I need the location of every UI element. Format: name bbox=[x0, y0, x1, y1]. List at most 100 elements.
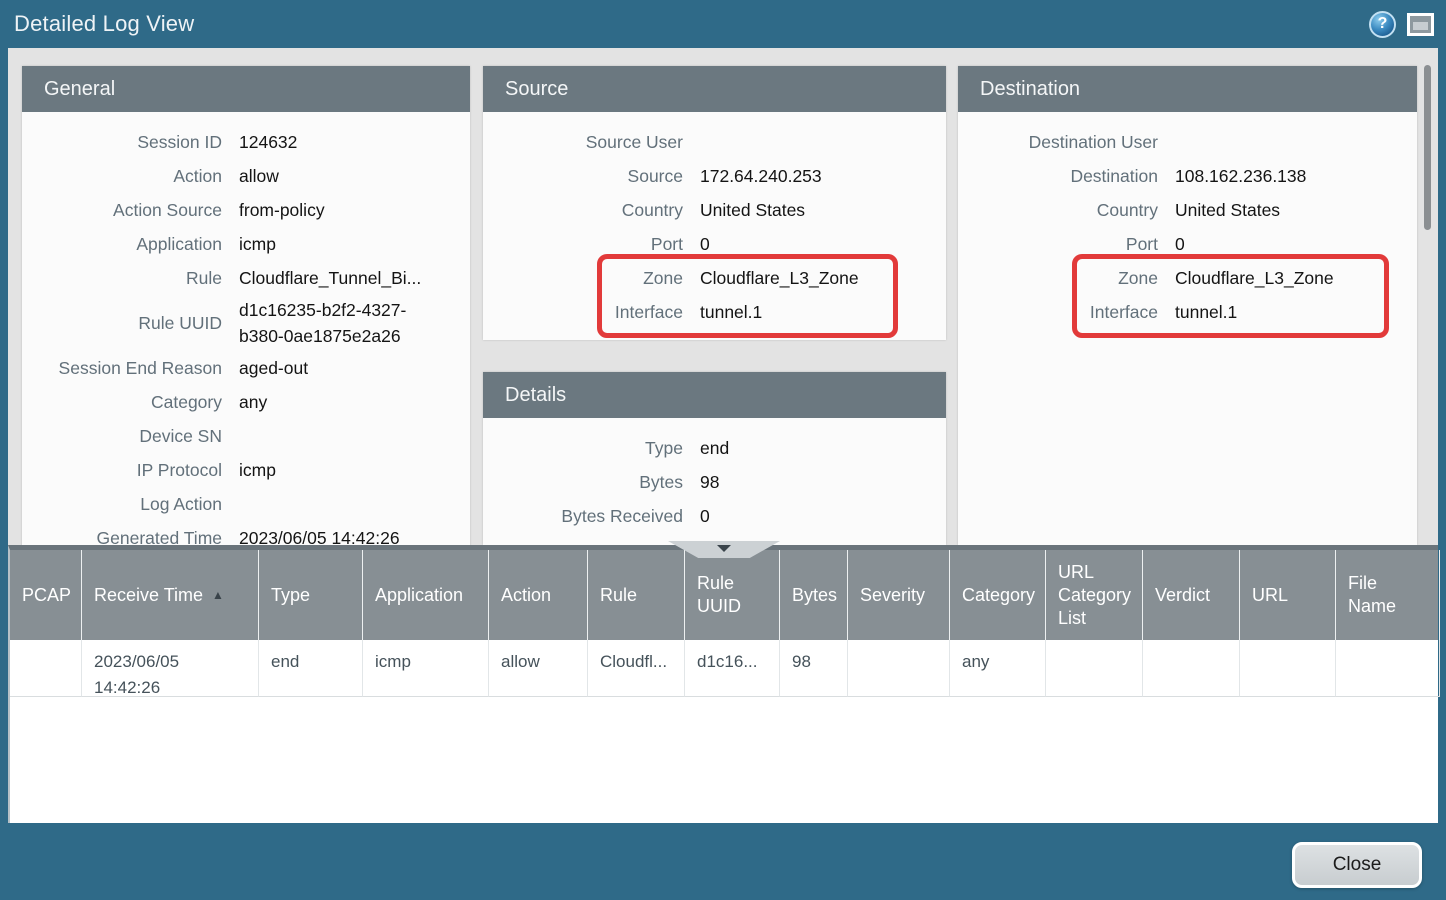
field-row-log-action: Log Action bbox=[22, 487, 470, 521]
field-value: United States bbox=[700, 193, 946, 227]
field-label: Destination bbox=[958, 159, 1158, 193]
field-label: Category bbox=[22, 385, 222, 419]
field-row-source-user: Source User bbox=[483, 125, 946, 159]
field-value: 108.162.236.138 bbox=[1175, 159, 1417, 193]
field-row-interface: Interface tunnel.1 bbox=[483, 295, 946, 329]
log-table-region: PCAP Receive Time ▲ Type Application Act… bbox=[8, 545, 1438, 823]
column-header-category[interactable]: Category bbox=[950, 550, 1046, 640]
field-row-application: Application icmp bbox=[22, 227, 470, 261]
field-row-action: Action allow bbox=[22, 159, 470, 193]
field-label: Session End Reason bbox=[22, 351, 222, 385]
cell-receive-time: 2023/06/05 14:42:26 bbox=[82, 640, 259, 697]
destination-panel: Destination Destination User Destination… bbox=[958, 66, 1417, 545]
field-label: Device SN bbox=[22, 419, 222, 453]
column-header-verdict[interactable]: Verdict bbox=[1143, 550, 1240, 640]
field-value: d1c16235-b2f2-4327-b380-0ae1875e2a26 bbox=[239, 297, 444, 349]
field-row-generated-time: Generated Time 2023/06/05 14:42:26 bbox=[22, 521, 470, 545]
column-header-file-name[interactable]: File Name bbox=[1336, 550, 1440, 640]
field-row-country: Country United States bbox=[483, 193, 946, 227]
field-label: Log Action bbox=[22, 487, 222, 521]
column-header-receive-time[interactable]: Receive Time ▲ bbox=[82, 550, 259, 640]
details-panel-header: Details bbox=[483, 372, 946, 418]
field-label: Rule bbox=[22, 261, 222, 295]
close-button[interactable]: Close bbox=[1292, 842, 1422, 888]
field-row-zone: Zone Cloudflare_L3_Zone bbox=[483, 261, 946, 295]
field-label: Generated Time bbox=[22, 521, 222, 545]
field-label: Country bbox=[483, 193, 683, 227]
field-label: Action Source bbox=[22, 193, 222, 227]
destination-panel-body: Destination User Destination 108.162.236… bbox=[958, 112, 1417, 545]
help-icon[interactable]: ? bbox=[1369, 11, 1396, 38]
field-row-device-sn: Device SN bbox=[22, 419, 470, 453]
field-value: icmp bbox=[239, 453, 470, 487]
field-row-bytes: Bytes 98 bbox=[483, 465, 946, 499]
field-value: 2023/06/05 14:42:26 bbox=[239, 521, 470, 545]
general-panel-body: Session ID 124632 Action allow Action So… bbox=[22, 112, 470, 545]
field-label: Source User bbox=[483, 125, 683, 159]
field-label: Session ID bbox=[22, 125, 222, 159]
field-value bbox=[239, 487, 470, 521]
field-value: 172.64.240.253 bbox=[700, 159, 946, 193]
field-row-destination-user: Destination User bbox=[958, 125, 1417, 159]
source-panel-header: Source bbox=[483, 66, 946, 112]
details-panel: Details Type end Bytes 98 Bytes Received… bbox=[483, 372, 946, 545]
field-label: Bytes bbox=[483, 465, 683, 499]
field-row-source: Source 172.64.240.253 bbox=[483, 159, 946, 193]
field-row-rule-uuid: Rule UUID d1c16235-b2f2-4327-b380-0ae187… bbox=[22, 295, 470, 351]
field-value: 98 bbox=[700, 465, 946, 499]
field-label: Source bbox=[483, 159, 683, 193]
column-header-pcap[interactable]: PCAP bbox=[10, 550, 82, 640]
column-source-details: Source Source User Source 172.64.240.253… bbox=[483, 66, 946, 545]
window-restore-icon[interactable] bbox=[1407, 13, 1434, 36]
log-table-header: PCAP Receive Time ▲ Type Application Act… bbox=[10, 550, 1438, 640]
field-value bbox=[1175, 125, 1417, 159]
column-header-bytes[interactable]: Bytes bbox=[780, 550, 848, 640]
field-value: Cloudflare_Tunnel_Bi... bbox=[239, 261, 470, 295]
field-label: Bytes Received bbox=[483, 499, 683, 533]
vertical-scrollbar-thumb[interactable] bbox=[1424, 65, 1431, 230]
field-row-rule: Rule Cloudflare_Tunnel_Bi... bbox=[22, 261, 470, 295]
cell-category: any bbox=[950, 640, 1046, 697]
field-label: Rule UUID bbox=[22, 310, 222, 336]
details-panel-body: Type end Bytes 98 Bytes Received 0 bbox=[483, 418, 946, 545]
cell-verdict bbox=[1143, 640, 1240, 697]
column-header-url-category-list[interactable]: URL Category List bbox=[1046, 550, 1143, 640]
panels-region: General Session ID 124632 Action allow A… bbox=[8, 48, 1438, 545]
field-label: Zone bbox=[958, 261, 1158, 295]
column-header-action[interactable]: Action bbox=[489, 550, 588, 640]
column-header-application[interactable]: Application bbox=[363, 550, 489, 640]
column-header-url[interactable]: URL bbox=[1240, 550, 1336, 640]
field-label: Port bbox=[483, 227, 683, 261]
field-label: Action bbox=[22, 159, 222, 193]
field-label: Interface bbox=[483, 295, 683, 329]
field-row-port: Port 0 bbox=[958, 227, 1417, 261]
column-header-severity[interactable]: Severity bbox=[848, 550, 950, 640]
field-value: tunnel.1 bbox=[1175, 295, 1417, 329]
field-value: 0 bbox=[700, 227, 946, 261]
field-value bbox=[700, 125, 946, 159]
field-row-type: Type end bbox=[483, 431, 946, 465]
field-row-port: Port 0 bbox=[483, 227, 946, 261]
field-label: Zone bbox=[483, 261, 683, 295]
table-row[interactable]: 2023/06/05 14:42:26 end icmp allow Cloud… bbox=[10, 640, 1438, 697]
column-destination: Destination Destination User Destination… bbox=[958, 66, 1417, 545]
field-row-bytes-received: Bytes Received 0 bbox=[483, 499, 946, 533]
field-value: Cloudflare_L3_Zone bbox=[1175, 261, 1417, 295]
destination-panel-header: Destination bbox=[958, 66, 1417, 112]
field-label: Application bbox=[22, 227, 222, 261]
cell-pcap bbox=[10, 640, 82, 697]
column-header-rule-uuid[interactable]: Rule UUID bbox=[685, 550, 780, 640]
field-value: icmp bbox=[239, 227, 470, 261]
field-row-ip-protocol: IP Protocol icmp bbox=[22, 453, 470, 487]
detailed-log-view-dialog: { "window": { "title": "Detailed Log Vie… bbox=[0, 0, 1446, 900]
column-header-type[interactable]: Type bbox=[259, 550, 363, 640]
cell-url bbox=[1240, 640, 1336, 697]
field-label: IP Protocol bbox=[22, 453, 222, 487]
field-value: any bbox=[239, 385, 470, 419]
field-value: 0 bbox=[1175, 227, 1417, 261]
cell-rule: Cloudfl... bbox=[588, 640, 685, 697]
source-panel: Source Source User Source 172.64.240.253… bbox=[483, 66, 946, 340]
splitter-collapse-icon bbox=[717, 545, 731, 552]
column-header-rule[interactable]: Rule bbox=[588, 550, 685, 640]
field-label: Country bbox=[958, 193, 1158, 227]
